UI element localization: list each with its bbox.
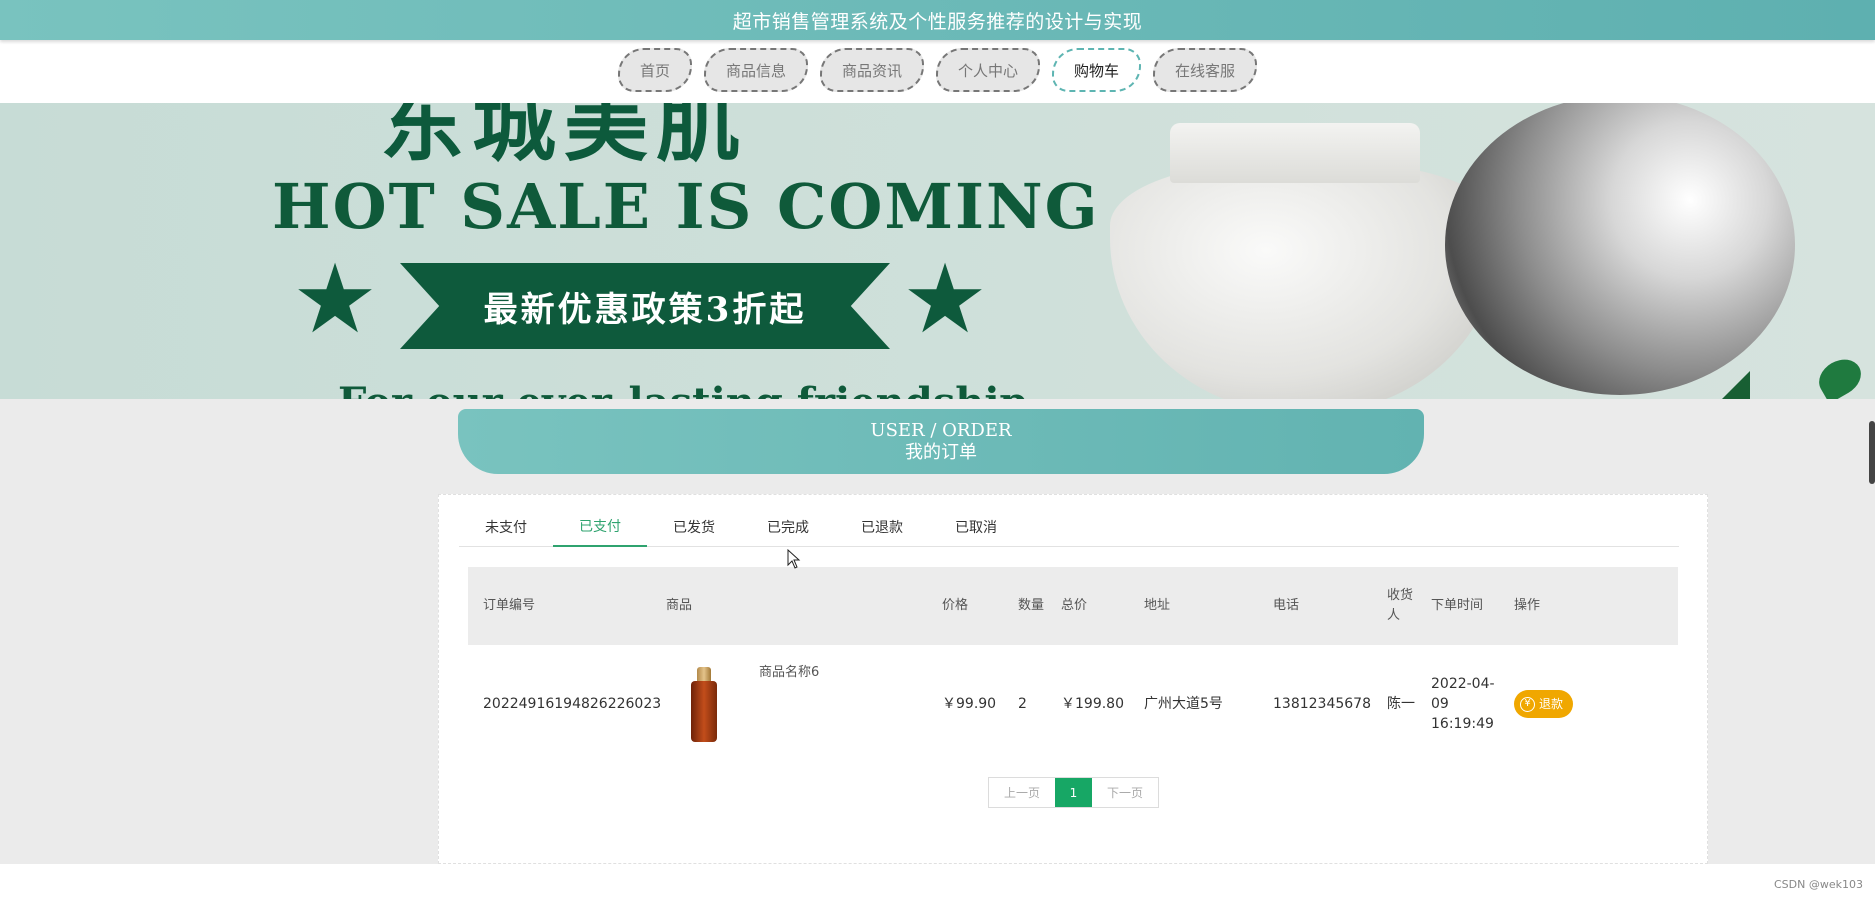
col-phone: 电话 <box>1273 598 1300 613</box>
nav-goods-info[interactable]: 商品信息 <box>703 48 808 92</box>
refund-button[interactable]: ¥ 退款 <box>1514 690 1574 718</box>
banner-headline-cn: 东城美肌 <box>380 103 749 173</box>
watermark-credit: CSDN @wek103 <box>1774 878 1863 891</box>
product-thumbnail[interactable] <box>689 667 719 742</box>
site-title: 超市销售管理系统及个性服务推荐的设计与实现 <box>732 10 1143 33</box>
table-header-row: 订单编号 商品 价格 数量 总价 地址 电话 收货人 下单时间 操作 <box>468 567 1678 645</box>
top-header: 超市销售管理系统及个性服务推荐的设计与实现 <box>0 0 1875 40</box>
star-icon: ★ <box>902 243 989 355</box>
col-goods: 商品 <box>666 598 693 613</box>
order-time-cell: 2022-04-09 16:19:49 <box>1431 676 1495 732</box>
section-title-en: USER / ORDER <box>870 419 1012 441</box>
silver-lid-image <box>1445 103 1795 395</box>
refund-label: 退款 <box>1539 697 1564 711</box>
col-total: 总价 <box>1061 598 1088 613</box>
tab-cancelled[interactable]: 已取消 <box>929 507 1023 547</box>
col-qty: 数量 <box>1018 598 1045 613</box>
nav-home[interactable]: 首页 <box>617 48 692 92</box>
col-order-no: 订单编号 <box>483 598 536 613</box>
nav-goods-news[interactable]: 商品资讯 <box>819 48 924 92</box>
goods-name: 商品名称6 <box>759 665 820 680</box>
promo-banner[interactable]: 东城美肌 HOT SALE IS COMING ★ 最新优惠政策3折起 ★ Fo… <box>0 103 1875 399</box>
phone-cell: 13812345678 <box>1273 696 1371 712</box>
total-cell: ￥199.80 <box>1061 696 1124 712</box>
order-panel: 未支付 已支付 已发货 已完成 已退款 已取消 订单编号 商品 价格 数量 总价… <box>438 494 1708 864</box>
banner-tagline: For our ever-lasting friendship <box>338 379 1028 399</box>
price-cell: ￥99.90 <box>942 696 997 712</box>
receiver-cell: 陈一 <box>1387 696 1415 712</box>
goods-cell: 商品名称6 <box>651 645 927 763</box>
tab-completed[interactable]: 已完成 <box>741 507 835 547</box>
nav-personal-center[interactable]: 个人中心 <box>936 48 1041 92</box>
tab-unpaid[interactable]: 未支付 <box>459 507 553 547</box>
page-footer <box>0 864 1875 900</box>
yen-icon: ¥ <box>1520 696 1535 712</box>
order-no-cell: 20224916194826226023 <box>483 696 662 712</box>
tab-paid[interactable]: 已支付 <box>553 507 647 547</box>
col-time: 下单时间 <box>1431 598 1484 613</box>
table-row: 20224916194826226023 商品名称6 ￥99.90 2 ￥199… <box>468 645 1678 763</box>
current-page[interactable]: 1 <box>1055 778 1092 807</box>
nav-cart[interactable]: 购物车 <box>1052 48 1142 92</box>
main-nav: 首页 商品信息 商品资讯 个人中心 购物车 在线客服 <box>0 40 1875 103</box>
address-cell: 广州大道5号 <box>1144 696 1223 712</box>
qty-cell: 2 <box>1018 696 1027 712</box>
prev-page-button[interactable]: 上一页 <box>989 778 1055 807</box>
op-cell: ¥ 退款 <box>1499 690 1649 718</box>
order-section-header: USER / ORDER 我的订单 <box>458 409 1424 474</box>
banner-ribbon: 最新优惠政策3折起 <box>400 263 890 349</box>
leaf-decoration <box>1720 371 1750 399</box>
nav-online-service[interactable]: 在线客服 <box>1153 48 1258 92</box>
tab-shipped[interactable]: 已发货 <box>647 507 741 547</box>
tab-refunded[interactable]: 已退款 <box>835 507 929 547</box>
col-address: 地址 <box>1144 598 1171 613</box>
leaf-decoration <box>1812 352 1868 399</box>
banner-headline-en: HOT SALE IS COMING <box>272 170 1100 243</box>
section-title-cn: 我的订单 <box>905 441 977 463</box>
mouse-cursor-icon <box>787 549 801 569</box>
col-receiver: 收货人 <box>1387 588 1414 623</box>
star-icon: ★ <box>292 243 379 355</box>
col-op: 操作 <box>1514 598 1541 613</box>
next-page-button[interactable]: 下一页 <box>1092 778 1158 807</box>
order-table: 订单编号 商品 价格 数量 总价 地址 电话 收货人 下单时间 操作 20224… <box>468 567 1678 763</box>
col-price: 价格 <box>942 598 969 613</box>
scrollbar-thumb[interactable] <box>1869 421 1875 484</box>
cream-jar-image <box>1110 123 1500 399</box>
order-status-tabs: 未支付 已支付 已发货 已完成 已退款 已取消 <box>459 507 1679 547</box>
pagination: 上一页 1 下一页 <box>988 777 1159 808</box>
